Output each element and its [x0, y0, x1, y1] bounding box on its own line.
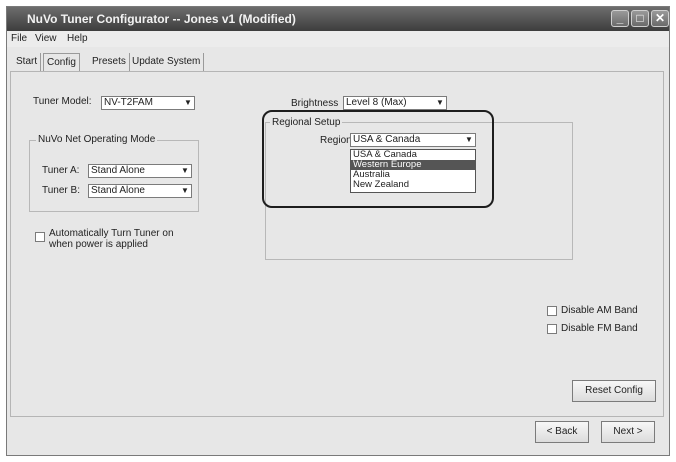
- operating-mode-group: NuVo Net Operating Mode Tuner A: Stand A…: [29, 134, 199, 212]
- menu-file[interactable]: File: [11, 33, 27, 44]
- menu-help[interactable]: Help: [67, 33, 88, 44]
- tuner-a-value: Stand Alone: [91, 165, 145, 176]
- operating-mode-title: NuVo Net Operating Mode: [36, 134, 158, 145]
- chevron-down-icon: ▼: [436, 98, 444, 107]
- configurator-window: NuVo Tuner Configurator -- Jones v1 (Mod…: [6, 6, 670, 456]
- next-button[interactable]: Next >: [601, 421, 655, 443]
- auto-power-label-line2: when power is applied: [49, 239, 148, 250]
- disable-am-label: Disable AM Band: [561, 305, 638, 316]
- auto-power-checkbox[interactable]: [35, 232, 45, 242]
- disable-am-checkbox[interactable]: [547, 306, 557, 316]
- chevron-down-icon: ▼: [181, 186, 189, 195]
- reset-config-button[interactable]: Reset Config: [572, 380, 656, 402]
- tuner-model-value: NV-T2FAM: [104, 97, 153, 108]
- back-button[interactable]: < Back: [535, 421, 589, 443]
- chevron-down-icon: ▼: [184, 98, 192, 107]
- title-bar[interactable]: NuVo Tuner Configurator -- Jones v1 (Mod…: [7, 7, 669, 31]
- tab-presets[interactable]: Presets: [89, 53, 130, 71]
- minimize-icon[interactable]: _: [611, 10, 629, 27]
- wizard-footer: < Back Next >: [7, 421, 669, 455]
- tuner-b-select[interactable]: Stand Alone ▼: [88, 184, 192, 198]
- tab-start[interactable]: Start: [13, 53, 42, 71]
- brightness-select[interactable]: Level 8 (Max) ▼: [343, 96, 447, 110]
- disable-fm-checkbox[interactable]: [547, 324, 557, 334]
- tuner-model-select[interactable]: NV-T2FAM ▼: [101, 96, 195, 110]
- auto-power-label-line1: Automatically Turn Tuner on: [49, 228, 174, 239]
- tuner-model-label: Tuner Model:: [33, 96, 92, 107]
- tab-strip: Start Config Presets Update System: [7, 53, 669, 72]
- tuner-a-label: Tuner A:: [42, 165, 80, 176]
- chevron-down-icon: ▼: [181, 166, 189, 175]
- disable-fm-label: Disable FM Band: [561, 323, 638, 334]
- tuner-b-value: Stand Alone: [91, 185, 145, 196]
- close-icon[interactable]: ✕: [651, 10, 669, 27]
- tab-update-system[interactable]: Update System: [129, 53, 205, 71]
- brightness-value: Level 8 (Max): [346, 97, 407, 108]
- tab-config[interactable]: Config: [43, 53, 80, 72]
- callout-highlight-box: [262, 110, 494, 208]
- brightness-label: Brightness: [291, 98, 339, 109]
- tuner-b-label: Tuner B:: [42, 185, 80, 196]
- menu-bar: File View Help: [7, 31, 669, 47]
- maximize-icon[interactable]: □: [631, 10, 649, 27]
- menu-view[interactable]: View: [35, 33, 57, 44]
- window-title: NuVo Tuner Configurator -- Jones v1 (Mod…: [27, 12, 296, 26]
- config-panel: Tuner Model: NV-T2FAM ▼ NuVo Net Operati…: [10, 71, 664, 417]
- tuner-a-select[interactable]: Stand Alone ▼: [88, 164, 192, 178]
